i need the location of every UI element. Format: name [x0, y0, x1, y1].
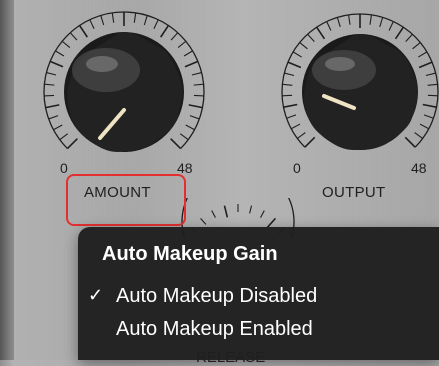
scale-tick	[297, 133, 305, 139]
scale-tick	[406, 34, 413, 41]
scale-tick	[60, 134, 68, 140]
output-max-label: 48	[411, 160, 427, 176]
scale-tick	[161, 25, 169, 37]
amount-highlight-box	[66, 174, 186, 226]
scale-tick	[389, 21, 393, 30]
scale-tick	[327, 21, 331, 30]
scale-tick	[70, 33, 77, 40]
scale-tick	[190, 116, 199, 119]
panel-edge	[0, 0, 14, 360]
output-knob[interactable]	[270, 0, 439, 170]
amount-knob[interactable]	[34, 0, 214, 170]
scale-tick	[180, 134, 188, 140]
scale-tick	[201, 218, 206, 224]
scale-tick	[171, 139, 181, 149]
scale-tick	[44, 84, 54, 85]
scale-tick	[55, 51, 64, 56]
scale-tick	[186, 125, 195, 130]
scale-tick	[291, 124, 300, 129]
scale-tick	[293, 52, 302, 57]
scale-tick	[349, 15, 350, 25]
scale-tick	[396, 27, 404, 39]
scale-tick	[337, 17, 340, 27]
auto-makeup-context-menu: Auto Makeup Gain ✓ Auto Makeup Disabled …	[78, 227, 439, 360]
menu-item-label: Auto Makeup Enabled	[116, 318, 313, 341]
scale-tick	[413, 43, 421, 49]
scale-tick	[80, 25, 88, 37]
scale-tick	[192, 73, 202, 75]
scale-tick	[178, 41, 186, 47]
scale-tick	[284, 73, 294, 75]
scale-tick	[305, 137, 315, 147]
menu-item-label: Auto Makeup Disabled	[116, 285, 317, 308]
scale-tick	[423, 104, 437, 107]
scale-tick	[49, 116, 58, 119]
output-knob-body	[302, 34, 418, 150]
scale-tick	[154, 20, 158, 29]
output-min-label: 0	[293, 160, 301, 176]
scale-tick	[62, 41, 70, 47]
scale-tick	[420, 124, 429, 129]
scale-tick	[370, 15, 371, 25]
scale-tick	[424, 115, 433, 118]
scale-tick	[282, 84, 292, 85]
scale-tick	[112, 13, 113, 23]
scale-tick	[171, 33, 178, 40]
scale-tick	[144, 15, 147, 25]
scale-tick	[426, 73, 436, 75]
scale-tick	[287, 115, 296, 118]
scale-tick	[300, 43, 308, 49]
amount-min-label: 0	[60, 160, 68, 176]
scale-tick	[134, 13, 135, 23]
scale-tick	[189, 105, 203, 108]
scale-tick	[288, 62, 301, 67]
scale-tick	[101, 15, 104, 25]
scale-tick	[419, 62, 432, 67]
menu-item-auto-makeup-disabled[interactable]: ✓ Auto Makeup Disabled	[78, 281, 439, 315]
scale-tick	[380, 17, 383, 27]
scale-tick	[267, 218, 275, 227]
scale-tick	[418, 52, 427, 57]
scale-tick	[283, 104, 297, 107]
amount-knob-body	[64, 32, 184, 152]
scale-tick	[194, 84, 204, 85]
scale-tick	[308, 34, 315, 41]
scale-tick	[53, 125, 62, 130]
scale-tick	[428, 84, 438, 85]
menu-title: Auto Makeup Gain	[102, 243, 278, 266]
scale-tick	[261, 211, 265, 218]
scale-tick	[250, 206, 252, 214]
scale-tick	[67, 139, 77, 149]
menu-item-auto-makeup-enabled[interactable]: Auto Makeup Enabled	[78, 314, 439, 348]
scale-tick	[212, 211, 216, 218]
scale-tick	[50, 61, 63, 66]
scale-tick	[46, 105, 60, 108]
scale-tick	[46, 73, 56, 75]
scale-tick	[184, 51, 193, 56]
checkmark-icon: ✓	[88, 285, 106, 306]
scale-tick	[415, 133, 423, 139]
scale-tick	[405, 137, 415, 147]
scale-tick	[90, 20, 94, 29]
scale-tick	[185, 61, 198, 66]
output-label: OUTPUT	[322, 184, 385, 201]
scale-tick	[317, 27, 325, 39]
scale-tick	[224, 206, 227, 218]
